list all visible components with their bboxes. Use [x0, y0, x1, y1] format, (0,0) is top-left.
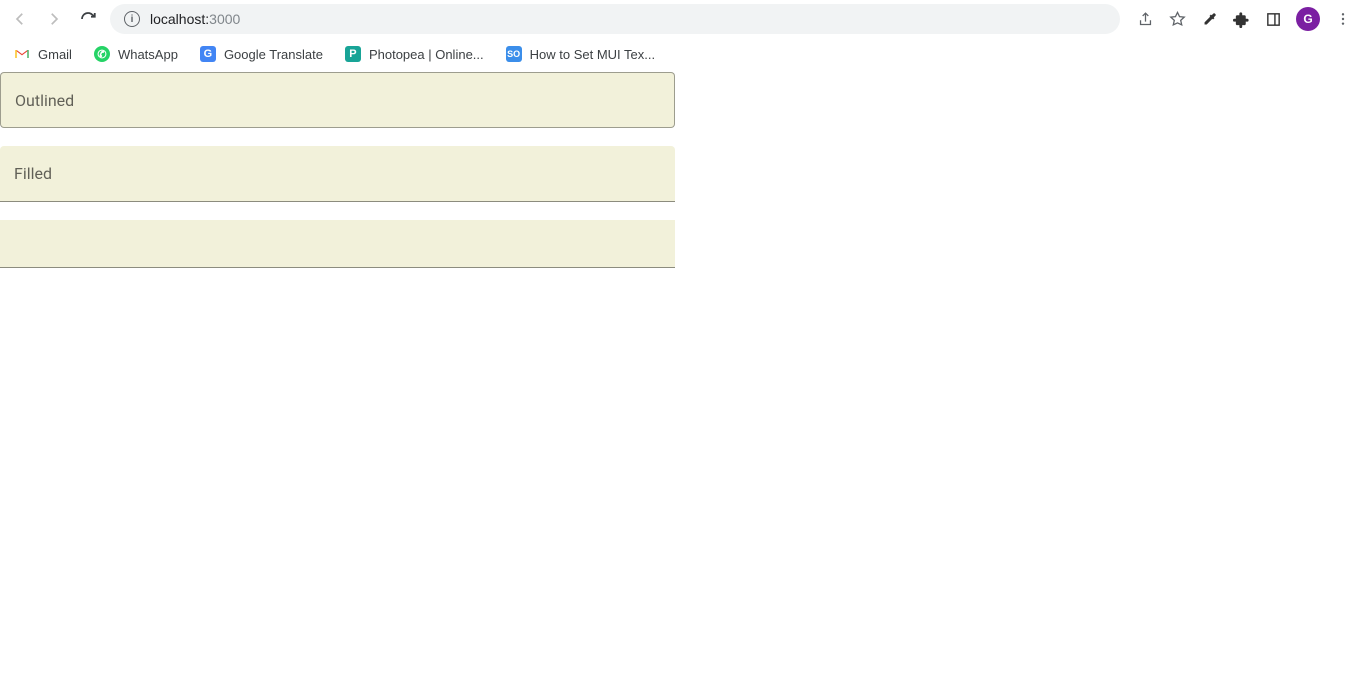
- bookmark-label: Photopea | Online...: [369, 47, 484, 62]
- extensions-icon[interactable]: [1232, 10, 1250, 28]
- filled-label: Filled: [14, 164, 52, 183]
- outlined-textfield[interactable]: Outlined: [0, 72, 675, 128]
- bookmark-label: Google Translate: [224, 47, 323, 62]
- bookmark-mui[interactable]: SO How to Set MUI Tex...: [506, 46, 655, 62]
- photopea-icon: P: [345, 46, 361, 62]
- bookmark-label: Gmail: [38, 47, 72, 62]
- site-info-icon[interactable]: i: [124, 11, 140, 27]
- url-port: 3000: [209, 11, 240, 27]
- bookmark-photopea[interactable]: P Photopea | Online...: [345, 46, 484, 62]
- bookmarks-bar: Gmail ✆ WhatsApp G Google Translate P Ph…: [0, 38, 1366, 70]
- url-host: localhost:: [150, 11, 209, 27]
- filled-textfield[interactable]: Filled: [0, 146, 675, 202]
- browser-toolbar: i localhost:3000 G: [0, 0, 1366, 38]
- address-bar[interactable]: i localhost:3000: [110, 4, 1120, 34]
- bookmark-translate[interactable]: G Google Translate: [200, 46, 323, 62]
- whatsapp-icon: ✆: [94, 46, 110, 62]
- stackoverflow-icon: SO: [506, 46, 522, 62]
- url-text: localhost:3000: [150, 11, 240, 27]
- kebab-menu-icon[interactable]: [1334, 10, 1352, 28]
- eyedropper-icon[interactable]: [1200, 10, 1218, 28]
- standard-textfield[interactable]: [0, 220, 675, 268]
- forward-button[interactable]: [42, 7, 66, 31]
- panel-icon[interactable]: [1264, 10, 1282, 28]
- bookmark-label: How to Set MUI Tex...: [530, 47, 655, 62]
- back-button[interactable]: [8, 7, 32, 31]
- page-content: Outlined Filled: [0, 72, 1366, 268]
- bookmark-gmail[interactable]: Gmail: [14, 46, 72, 62]
- translate-icon: G: [200, 46, 216, 62]
- toolbar-right: G: [1136, 7, 1358, 31]
- outlined-label: Outlined: [15, 91, 74, 110]
- bookmark-label: WhatsApp: [118, 47, 178, 62]
- bookmark-whatsapp[interactable]: ✆ WhatsApp: [94, 46, 178, 62]
- bookmark-star-icon[interactable]: [1168, 10, 1186, 28]
- share-icon[interactable]: [1136, 10, 1154, 28]
- reload-button[interactable]: [76, 7, 100, 31]
- profile-avatar[interactable]: G: [1296, 7, 1320, 31]
- gmail-icon: [14, 46, 30, 62]
